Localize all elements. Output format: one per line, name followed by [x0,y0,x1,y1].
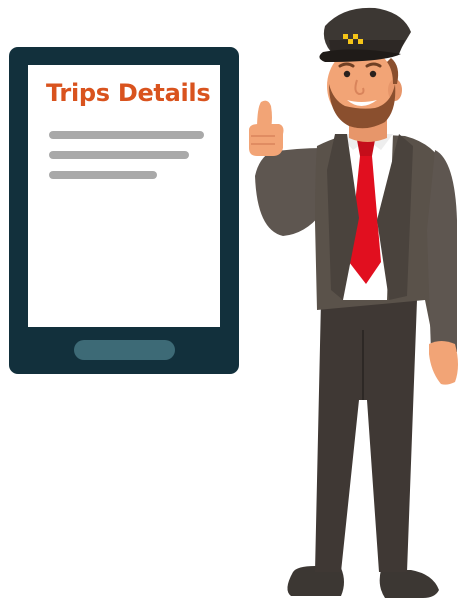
tablet-home-button [74,340,175,360]
tablet-screen: Trips Details [28,65,220,327]
eye-left [343,70,351,78]
placeholder-text-line [49,171,157,179]
raised-arm [255,148,323,236]
right-hand [429,341,458,385]
eye-right [369,70,377,78]
taxi-driver-thumbs-up-icon [249,7,458,598]
hand [249,124,284,156]
trousers [315,300,417,572]
tie-knot [357,140,375,156]
placeholder-text-line [49,151,189,159]
placeholder-text-line [49,131,204,139]
right-shoe [379,570,439,598]
screen-title: Trips Details [46,79,211,107]
tablet-illustration: Trips Details [9,47,239,374]
